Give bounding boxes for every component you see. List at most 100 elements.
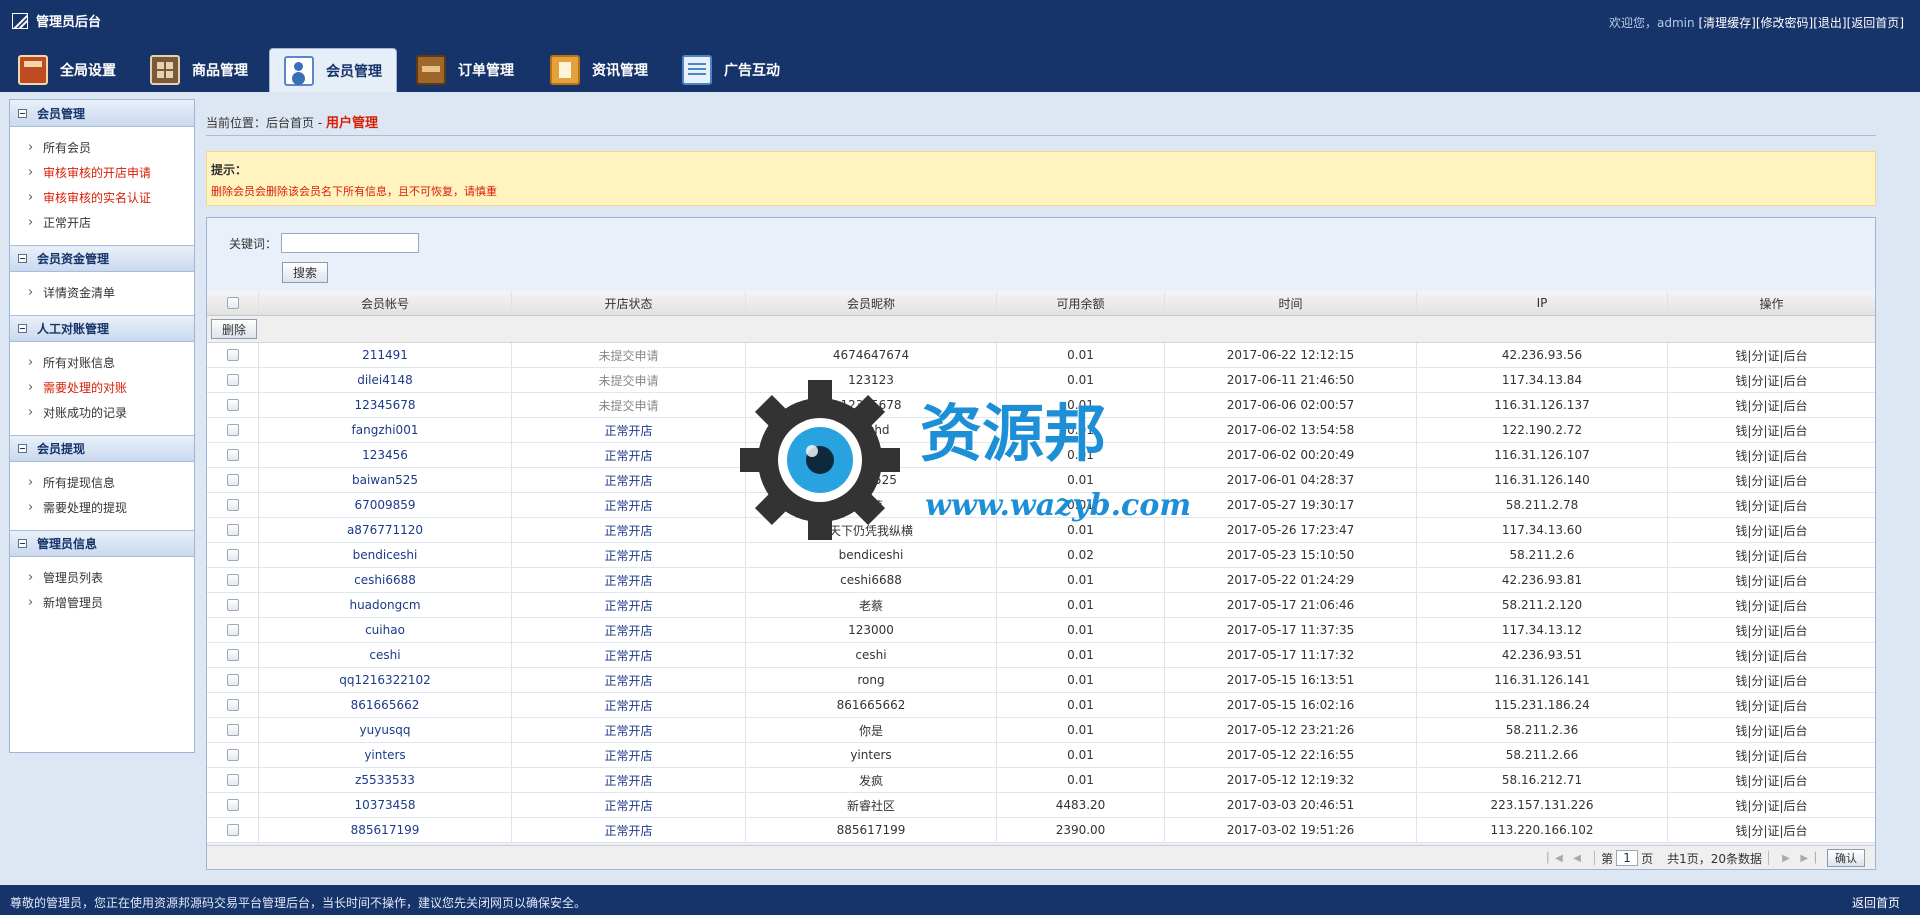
row-checkbox[interactable] xyxy=(226,749,239,761)
row-checkbox[interactable] xyxy=(226,799,239,811)
row-checkbox[interactable] xyxy=(226,824,239,836)
row-operations[interactable]: 钱|分|证|后台 xyxy=(1668,343,1875,367)
change-password-link[interactable]: 修改密码 xyxy=(1761,16,1809,30)
logout-link[interactable]: 退出 xyxy=(1818,16,1842,30)
row-operations[interactable]: 钱|分|证|后台 xyxy=(1668,768,1875,792)
row-checkbox[interactable] xyxy=(226,674,239,686)
row-operations[interactable]: 钱|分|证|后台 xyxy=(1668,543,1875,567)
sidebar-item-admin-list[interactable]: 管理员列表 xyxy=(28,565,194,591)
row-operations[interactable]: 钱|分|证|后台 xyxy=(1668,743,1875,767)
sidebar-item-shop-applications[interactable]: 审核审核的开店申请 xyxy=(28,160,194,186)
member-account-link[interactable]: dilei4148 xyxy=(259,368,512,392)
member-account-link[interactable]: fangzhi001 xyxy=(259,418,512,442)
sidebar-item-all-withdrawals[interactable]: 所有提现信息 xyxy=(28,470,194,496)
member-account-link[interactable]: 885617199 xyxy=(259,818,512,842)
delete-button[interactable]: 删除 xyxy=(211,319,257,339)
first-page-icon[interactable]: ▏◀ xyxy=(1547,851,1562,865)
select-all-checkbox[interactable] xyxy=(226,297,239,309)
row-operations[interactable]: 钱|分|证|后台 xyxy=(1668,818,1875,842)
member-account-link[interactable]: yinters xyxy=(259,743,512,767)
sidebar-group-header[interactable]: 会员资金管理 xyxy=(10,245,194,272)
row-checkbox[interactable] xyxy=(226,424,239,436)
member-account-link[interactable]: 123456 xyxy=(259,443,512,467)
member-account-link[interactable]: 861665662 xyxy=(259,693,512,717)
sidebar-item-add-admin[interactable]: 新增管理员 xyxy=(28,590,194,616)
tab-global-settings[interactable]: 全局设置 xyxy=(4,48,132,92)
row-checkbox[interactable] xyxy=(226,349,239,361)
sidebar-item-real-name-verification[interactable]: 审核审核的实名认证 xyxy=(28,185,194,211)
row-checkbox[interactable] xyxy=(226,499,239,511)
confirm-page-button[interactable]: 确认 xyxy=(1827,849,1865,867)
row-checkbox[interactable] xyxy=(226,599,239,611)
member-account-link[interactable]: a876771120 xyxy=(259,518,512,542)
sidebar-group-header[interactable]: 会员管理 xyxy=(10,100,194,127)
member-account-link[interactable]: z5533533 xyxy=(259,768,512,792)
row-operations[interactable]: 钱|分|证|后台 xyxy=(1668,718,1875,742)
sidebar-item-all-members[interactable]: 所有会员 xyxy=(28,135,194,161)
tab-goods[interactable]: 商品管理 xyxy=(136,48,266,92)
row-checkbox[interactable] xyxy=(226,399,239,411)
sidebar-item-pending-reconciliations[interactable]: 需要处理的对账 xyxy=(28,375,194,401)
row-operations[interactable]: 钱|分|证|后台 xyxy=(1668,693,1875,717)
row-operations[interactable]: 钱|分|证|后台 xyxy=(1668,393,1875,417)
row-operations[interactable]: 钱|分|证|后台 xyxy=(1668,593,1875,617)
next-page-icon[interactable]: ▶ xyxy=(1779,851,1793,865)
sidebar-group-header[interactable]: 会员提现 xyxy=(10,435,194,462)
tab-members[interactable]: 会员管理 xyxy=(269,48,397,92)
member-account-link[interactable]: 12345678 xyxy=(259,393,512,417)
row-operations[interactable]: 钱|分|证|后台 xyxy=(1668,518,1875,542)
sidebar-item-open-shops[interactable]: 正常开店 xyxy=(28,210,194,236)
row-checkbox[interactable] xyxy=(226,449,239,461)
keyword-input[interactable] xyxy=(281,233,420,253)
member-account-link[interactable]: ceshi6688 xyxy=(259,568,512,592)
member-account-link[interactable]: qq1216322102 xyxy=(259,668,512,692)
row-operations[interactable]: 钱|分|证|后台 xyxy=(1668,668,1875,692)
row-operations[interactable]: 钱|分|证|后台 xyxy=(1668,418,1875,442)
last-page-icon[interactable]: ▶▕ xyxy=(1800,851,1815,865)
row-checkbox[interactable] xyxy=(226,374,239,386)
row-checkbox[interactable] xyxy=(226,724,239,736)
row-checkbox[interactable] xyxy=(226,699,239,711)
row-operations[interactable]: 钱|分|证|后台 xyxy=(1668,368,1875,392)
member-account-link[interactable]: huadongcm xyxy=(259,593,512,617)
member-account-link[interactable]: 211491 xyxy=(259,343,512,367)
sidebar-item-pending-withdrawals[interactable]: 需要处理的提现 xyxy=(28,495,194,521)
member-account-link[interactable]: baiwan525 xyxy=(259,468,512,492)
footer-home-link[interactable]: 返回首页 xyxy=(1852,894,1900,911)
sidebar-group-header[interactable]: 人工对账管理 xyxy=(10,315,194,342)
row-operations[interactable]: 钱|分|证|后台 xyxy=(1668,643,1875,667)
member-account-link[interactable]: bendiceshi xyxy=(259,543,512,567)
sidebar-item-fund-details[interactable]: 详情资金清单 xyxy=(28,280,194,306)
clear-cache-link[interactable]: 清理缓存 xyxy=(1703,16,1751,30)
member-account-link[interactable]: ceshi xyxy=(259,643,512,667)
tab-news[interactable]: 资讯管理 xyxy=(536,48,666,92)
row-operations[interactable]: 钱|分|证|后台 xyxy=(1668,568,1875,592)
row-checkbox[interactable] xyxy=(226,474,239,486)
row-checkbox[interactable] xyxy=(226,649,239,661)
prev-page-icon[interactable]: ◀ xyxy=(1570,851,1584,865)
sidebar-group-header[interactable]: 管理员信息 xyxy=(10,530,194,557)
row-checkbox[interactable] xyxy=(226,524,239,536)
tab-ads[interactable]: 广告互动 xyxy=(668,48,798,92)
row-checkbox[interactable] xyxy=(226,624,239,636)
tab-orders[interactable]: 订单管理 xyxy=(402,48,532,92)
member-account-link[interactable]: yuyusqq xyxy=(259,718,512,742)
breadcrumb-home[interactable]: 后台首页 xyxy=(266,116,314,130)
sidebar-item-successful-reconciliations[interactable]: 对账成功的记录 xyxy=(28,400,194,426)
row-operations[interactable]: 钱|分|证|后台 xyxy=(1668,618,1875,642)
row-checkbox[interactable] xyxy=(226,574,239,586)
member-account-link[interactable]: 67009859 xyxy=(259,493,512,517)
member-account-link[interactable]: cuihao xyxy=(259,618,512,642)
search-button[interactable]: 搜索 xyxy=(282,262,328,283)
row-checkbox[interactable] xyxy=(226,549,239,561)
row-operations[interactable]: 钱|分|证|后台 xyxy=(1668,468,1875,492)
page-input[interactable]: 1 xyxy=(1616,850,1639,866)
member-account-link[interactable]: 10373458 xyxy=(259,793,512,817)
row-select-cell xyxy=(207,543,259,567)
back-home-link[interactable]: 返回首页 xyxy=(1851,16,1899,30)
row-operations[interactable]: 钱|分|证|后台 xyxy=(1668,793,1875,817)
row-operations[interactable]: 钱|分|证|后台 xyxy=(1668,493,1875,517)
row-operations[interactable]: 钱|分|证|后台 xyxy=(1668,443,1875,467)
sidebar-item-all-reconciliations[interactable]: 所有对账信息 xyxy=(28,350,194,376)
row-checkbox[interactable] xyxy=(226,774,239,786)
